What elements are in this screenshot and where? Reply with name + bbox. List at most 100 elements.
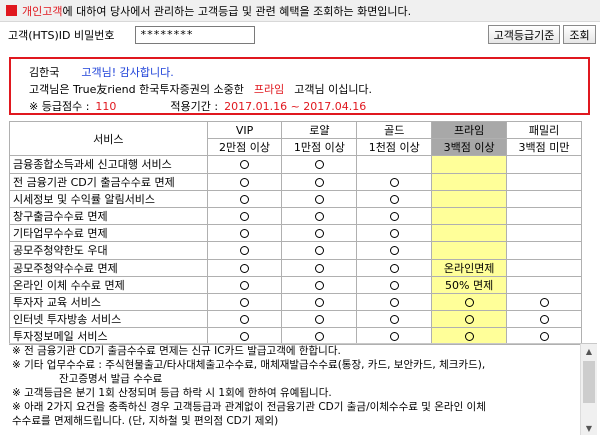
circle-icon bbox=[464, 315, 474, 325]
benefit-cell bbox=[431, 155, 508, 174]
red-square-icon bbox=[6, 5, 17, 16]
benefit-cell bbox=[206, 172, 283, 191]
score-value: 110 bbox=[95, 100, 117, 113]
benefit-cell bbox=[206, 241, 283, 260]
circle-icon bbox=[389, 315, 399, 325]
service-name: 창구출금수수료 면제 bbox=[9, 206, 208, 226]
circle-icon bbox=[240, 160, 250, 170]
scroll-thumb[interactable] bbox=[583, 361, 595, 403]
table-row: 창구출금수수료 면제 bbox=[9, 206, 582, 226]
circle-icon bbox=[389, 246, 399, 256]
header-highlight: 개인고객 bbox=[22, 4, 63, 18]
benefit-cell bbox=[206, 292, 283, 312]
circle-icon bbox=[240, 212, 250, 222]
table-row: 시세정보 및 수익률 알림서비스 bbox=[9, 189, 582, 208]
benefit-cell bbox=[431, 292, 508, 312]
service-name: 시세정보 및 수익률 알림서비스 bbox=[9, 189, 208, 208]
benefit-cell bbox=[506, 275, 582, 294]
service-name: 전 금융기관 CD기 출금수수료 면제 bbox=[9, 172, 208, 191]
period-label: 적용기간 : bbox=[170, 100, 219, 113]
circle-icon bbox=[314, 194, 324, 204]
table-row: 전 금융기관 CD기 출금수수료 면제 bbox=[9, 172, 582, 191]
table-row: 공모주청약한도 우대 bbox=[9, 241, 582, 260]
password-label: 고객(HTS)ID 비밀번호 bbox=[8, 29, 115, 42]
search-button[interactable]: 조회 bbox=[563, 25, 596, 44]
benefit-cell bbox=[506, 155, 582, 174]
circle-icon bbox=[539, 315, 549, 325]
benefit-cell bbox=[281, 292, 358, 312]
circle-icon bbox=[464, 332, 474, 342]
service-name: 투자자 교육 서비스 bbox=[9, 292, 208, 312]
score-line: ※ 등급점수 : 110 적용기간 : 2017.01.16 ~ 2017.04.16 bbox=[29, 98, 366, 114]
benefit-cell bbox=[506, 224, 582, 243]
circle-icon bbox=[240, 280, 250, 290]
benefit-cell bbox=[281, 224, 358, 243]
notes-scrollbar[interactable]: ▲ ▼ bbox=[580, 344, 597, 435]
table-row: 투자자 교육 서비스 bbox=[9, 292, 582, 312]
benefit-cell bbox=[356, 258, 433, 277]
benefit-cell bbox=[506, 292, 582, 312]
benefit-cell bbox=[206, 155, 283, 174]
circle-icon bbox=[240, 229, 250, 239]
grade-header: 골드 bbox=[356, 120, 433, 140]
note-line: 수수료를 면제해드립니다. (단, 지하철 및 편의점 CD기 제외) bbox=[12, 415, 279, 427]
circle-icon bbox=[314, 315, 324, 325]
benefit-cell bbox=[356, 224, 433, 243]
password-input[interactable]: ******** bbox=[135, 26, 255, 44]
notes-list: ※ 전 금융기관 CD기 출금수수료 면제는 신규 IC카드 발급고객에 한합니… bbox=[9, 344, 597, 428]
benefit-cell bbox=[431, 241, 508, 260]
benefit-cell bbox=[281, 155, 358, 174]
service-name: 공모주청약한도 우대 bbox=[9, 241, 208, 260]
benefit-cell: 50% 면제 bbox=[431, 275, 508, 294]
circle-icon bbox=[389, 212, 399, 222]
table-row: 기타업무수수료 면제 bbox=[9, 224, 582, 243]
circle-icon bbox=[240, 315, 250, 325]
grade-header: VIP bbox=[206, 120, 283, 140]
circle-icon bbox=[389, 177, 399, 187]
note-line: ※ 고객등급은 분기 1회 산정되며 등급 하락 시 1회에 한하여 유예됩니다… bbox=[12, 387, 332, 399]
benefit-cell bbox=[356, 310, 433, 329]
note-line: ※ 아래 2가지 요건을 충족하신 경우 고객등급과 관계없이 전금융기관 CD… bbox=[12, 401, 486, 413]
benefit-cell bbox=[281, 206, 358, 226]
customer-info-box: 김한국 고객님! 감사합니다. 고객님은 True友riend 한국투자증권의 소… bbox=[9, 57, 590, 115]
benefit-cell bbox=[356, 206, 433, 226]
page-header: 개인고객 에 대하여 당사에서 관리하는 고객등급 및 관련 혜택을 조회하는 … bbox=[0, 0, 600, 22]
grade-table-body: 금융종합소득과세 신고대행 서비스 전 금융기관 CD기 출금수수료 면제 시세정보… bbox=[9, 155, 582, 346]
grade-criteria-button[interactable]: 고객등급기준 bbox=[488, 25, 560, 44]
header-title: 에 대하여 당사에서 관리하는 고객등급 및 관련 혜택을 조회하는 화면입니다… bbox=[62, 4, 412, 18]
note-line: ※ 전 금융기관 CD기 출금수수료 면제는 신규 IC카드 발급고객에 한합니… bbox=[12, 345, 341, 357]
benefit-cell bbox=[281, 275, 358, 294]
grade-benefit-table: 서비스 VIP 로얄 골드 프라임 패밀리 2만점 이상 1만점 이상 1천점 … bbox=[9, 120, 582, 346]
circle-icon bbox=[240, 332, 250, 342]
scroll-up-icon[interactable]: ▲ bbox=[581, 344, 597, 359]
threshold-cell: 1천점 이상 bbox=[356, 138, 433, 157]
benefit-cell bbox=[506, 172, 582, 191]
circle-icon bbox=[314, 297, 324, 307]
circle-icon bbox=[240, 263, 250, 273]
service-name: 기타업무수수료 면제 bbox=[9, 224, 208, 243]
grade-header-row: 서비스 VIP 로얄 골드 프라임 패밀리 bbox=[9, 120, 582, 157]
benefit-cell bbox=[506, 310, 582, 329]
benefit-cell bbox=[281, 258, 358, 277]
benefit-cell bbox=[206, 224, 283, 243]
circle-icon bbox=[240, 194, 250, 204]
circle-icon bbox=[314, 229, 324, 239]
benefit-cell bbox=[281, 241, 358, 260]
grade-line: 고객님은 True友riend 한국투자증권의 소중한 프라임 고객님 이십니다. bbox=[29, 81, 372, 97]
grade-header: 로얄 bbox=[281, 120, 358, 140]
circle-icon bbox=[539, 297, 549, 307]
benefit-cell: 온라인면제 bbox=[431, 258, 508, 277]
circle-icon bbox=[389, 280, 399, 290]
benefit-cell bbox=[431, 310, 508, 329]
scroll-down-icon[interactable]: ▼ bbox=[581, 421, 597, 435]
benefit-cell bbox=[281, 172, 358, 191]
circle-icon bbox=[314, 160, 324, 170]
benefit-cell bbox=[356, 155, 433, 174]
benefit-cell bbox=[281, 310, 358, 329]
benefit-cell bbox=[506, 206, 582, 226]
threshold-cell: 1만점 이상 bbox=[281, 138, 358, 157]
circle-icon bbox=[314, 280, 324, 290]
circle-icon bbox=[389, 194, 399, 204]
grade-suffix: 고객님 이십니다. bbox=[294, 83, 373, 96]
benefit-cell bbox=[206, 258, 283, 277]
